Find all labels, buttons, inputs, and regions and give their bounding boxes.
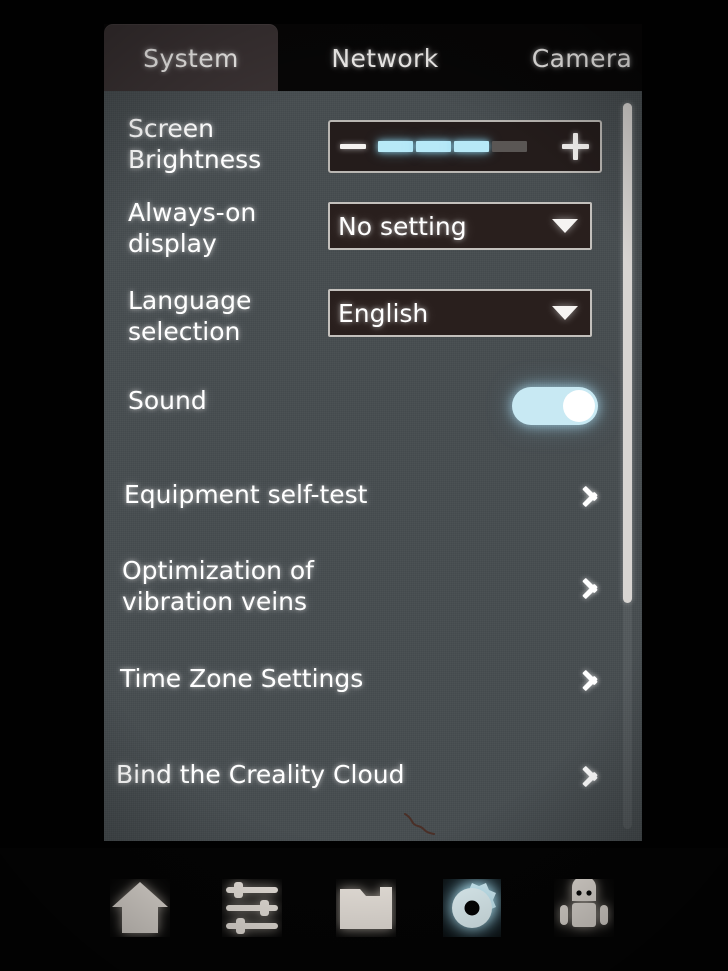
tab-camera-label: Camera [531, 43, 633, 73]
language-selection-dropdown[interactable]: English [328, 289, 592, 337]
settings-panel: Screen Brightness Always-on display No s… [104, 91, 642, 841]
screen-brightness-label: Screen Brightness [128, 114, 262, 174]
chevron-down-icon [552, 219, 578, 233]
list-item-label: Optimization of vibration veins [122, 556, 314, 616]
sliders-icon [226, 882, 278, 934]
always-on-display-dropdown[interactable]: No setting [328, 202, 592, 250]
list-item-time-zone-settings[interactable]: Time Zone Settings [104, 651, 642, 707]
brightness-segment[interactable] [378, 141, 413, 152]
scrollbar[interactable] [623, 103, 632, 829]
list-item-bind-creality-cloud[interactable]: Bind the Creality Cloud [104, 747, 642, 803]
sound-label: Sound [128, 386, 207, 415]
setting-row-sound: Sound [104, 363, 642, 445]
bottom-navigation-bar [0, 848, 728, 971]
tab-bar: System Network Camera [104, 24, 642, 92]
chevron-right-icon [582, 479, 600, 511]
list-item-label: Equipment self-test [124, 480, 368, 509]
list-item-label: Bind the Creality Cloud [116, 760, 405, 789]
brightness-segment[interactable] [416, 141, 451, 152]
tab-system-label: System [143, 43, 239, 73]
gear-icon [452, 883, 496, 928]
brightness-segments[interactable] [378, 141, 527, 152]
tab-network[interactable]: Network [300, 24, 470, 92]
scrollbar-thumb[interactable] [623, 103, 632, 603]
tab-camera[interactable]: Camera [504, 24, 660, 92]
plus-icon[interactable] [550, 124, 600, 169]
nav-tune-button[interactable] [216, 872, 288, 944]
minus-icon[interactable] [330, 124, 376, 169]
tab-system[interactable]: System [104, 24, 278, 92]
list-item-label: Time Zone Settings [120, 664, 364, 693]
language-selection-label: Language selection [128, 286, 252, 346]
home-icon [112, 882, 168, 933]
device-screen: System Network Camera Screen Brightness [0, 0, 728, 971]
setting-row-always-on-display: Always-on display No setting [104, 187, 642, 267]
nav-robot-button[interactable] [548, 872, 620, 944]
chevron-right-icon [582, 759, 600, 791]
folder-icon [340, 887, 392, 929]
nav-settings-button[interactable] [436, 872, 508, 944]
screen-scratch-artifact [404, 813, 435, 835]
tab-network-label: Network [331, 43, 439, 73]
always-on-display-label: Always-on display [128, 198, 257, 258]
list-item-vibration-optimization[interactable]: Optimization of vibration veins [104, 547, 642, 627]
sound-toggle[interactable] [512, 387, 598, 425]
robot-icon [560, 879, 608, 927]
chevron-down-icon [552, 306, 578, 320]
setting-row-screen-brightness: Screen Brightness [104, 101, 642, 179]
nav-home-button[interactable] [104, 872, 176, 944]
nav-files-button[interactable] [330, 872, 402, 944]
language-selection-value: English [338, 298, 429, 328]
sound-toggle-knob [563, 390, 595, 422]
brightness-segment[interactable] [454, 141, 489, 152]
brightness-segment[interactable] [492, 141, 527, 152]
always-on-display-value: No setting [338, 211, 467, 241]
setting-row-language-selection: Language selection English [104, 275, 642, 355]
chevron-right-icon [582, 571, 600, 603]
list-item-equipment-self-test[interactable]: Equipment self-test [104, 467, 642, 523]
chevron-right-icon [582, 663, 600, 695]
brightness-slider[interactable] [328, 120, 602, 173]
